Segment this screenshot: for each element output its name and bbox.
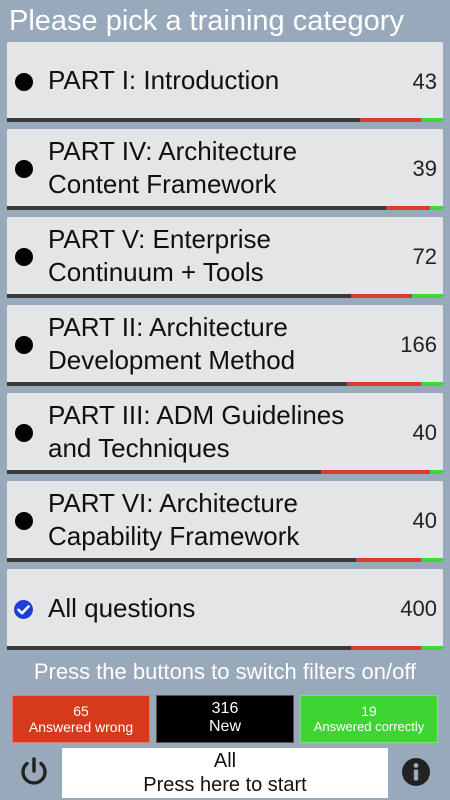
wrong-segment — [360, 118, 422, 122]
progress-bar — [7, 470, 443, 474]
progress-bar — [7, 294, 443, 298]
category-count: 166 — [400, 332, 437, 357]
info-icon[interactable] — [400, 756, 432, 788]
category-count: 39 — [412, 156, 437, 181]
wrong-segment — [347, 382, 422, 386]
wrong-segment — [355, 558, 422, 562]
bullet-dot-icon — [15, 512, 33, 530]
category-label: PART IV: Architecture Content Framework — [48, 136, 298, 199]
category-item-part-iii[interactable]: PART III: ADM Guidelines and Techniques … — [7, 393, 443, 474]
bullet-dot-icon — [15, 248, 33, 266]
wrong-segment — [320, 470, 430, 474]
power-icon[interactable] — [16, 754, 52, 790]
category-item-part-v[interactable]: PART V: Enterprise Continuum + Tools 72 — [7, 217, 443, 298]
category-item-all-questions[interactable]: All questions 400 — [7, 569, 443, 650]
filter-hint: Press the buttons to switch filters on/o… — [33, 659, 417, 684]
bullet-dot-icon — [15, 424, 33, 442]
new-filter-button[interactable]: 316 New — [156, 695, 294, 743]
correct-segment — [429, 206, 443, 210]
correct-label: Answered correctly — [313, 719, 425, 734]
category-label: PART I: Introduction — [48, 65, 280, 95]
new-label: New — [208, 718, 241, 735]
answered-correctly-filter-button[interactable]: 19 Answered correctly — [300, 695, 438, 743]
start-button[interactable]: All Press here to start — [62, 748, 388, 798]
wrong-segment — [351, 294, 413, 298]
bullet-dot-icon — [15, 73, 33, 91]
progress-bar — [7, 646, 443, 650]
wrong-segment — [351, 646, 422, 650]
category-label: All questions — [48, 593, 196, 623]
correct-count: 19 — [361, 703, 377, 719]
category-label: PART III: ADM Guidelines and Techniques — [48, 400, 345, 463]
progress-bar — [7, 206, 443, 210]
category-list: PART I: Introduction 43 PART IV: Archite… — [7, 42, 443, 657]
start-label: Press here to start — [143, 774, 307, 796]
category-label: PART II: Architecture Development Method — [48, 312, 296, 375]
correct-segment — [429, 470, 443, 474]
wrong-count: 65 — [73, 703, 89, 719]
answered-wrong-filter-button[interactable]: 65 Answered wrong — [12, 695, 150, 743]
progress-bar — [7, 118, 443, 122]
correct-segment — [421, 118, 443, 122]
progress-bar — [7, 558, 443, 562]
page-title: Please pick a training category — [9, 5, 404, 37]
check-circle-icon — [14, 600, 33, 619]
correct-segment — [421, 558, 443, 562]
bullet-dot-icon — [15, 160, 33, 178]
category-item-part-i[interactable]: PART I: Introduction 43 — [7, 42, 443, 122]
filter-bar: 65 Answered wrong 316 New 19 Answered co… — [12, 695, 438, 743]
new-count: 316 — [211, 700, 239, 717]
category-label: PART VI: Architecture Capability Framewo… — [48, 488, 300, 551]
progress-bar — [7, 382, 443, 386]
start-filter-label: All — [213, 750, 237, 772]
correct-segment — [421, 646, 443, 650]
category-item-part-ii[interactable]: PART II: Architecture Development Method… — [7, 305, 443, 386]
category-item-part-iv[interactable]: PART IV: Architecture Content Framework … — [7, 129, 443, 210]
wrong-segment — [386, 206, 430, 210]
wrong-label: Answered wrong — [28, 719, 134, 735]
category-count: 40 — [412, 420, 437, 445]
category-count: 400 — [400, 596, 437, 621]
category-label: PART V: Enterprise Continuum + Tools — [48, 224, 272, 287]
correct-segment — [421, 382, 443, 386]
category-item-part-vi[interactable]: PART VI: Architecture Capability Framewo… — [7, 481, 443, 562]
category-count: 40 — [412, 508, 437, 533]
category-count: 43 — [412, 69, 437, 94]
correct-segment — [412, 294, 443, 298]
category-count: 72 — [412, 244, 437, 269]
bullet-dot-icon — [15, 336, 33, 354]
